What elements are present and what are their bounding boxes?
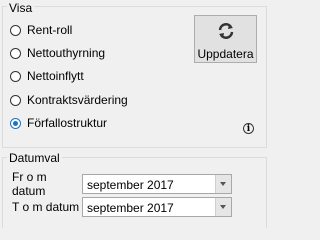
to-date-value: september 2017 [87, 201, 174, 215]
radio-button[interactable] [10, 24, 21, 36]
chevron-down-icon[interactable] [215, 198, 231, 216]
from-date-label: Fr o m datum [12, 170, 47, 198]
radio-kontraktsvardering[interactable]: Kontraktsvärdering [10, 91, 128, 109]
radio-label-forfallostruktur: Förfallostruktur [27, 116, 108, 130]
chevron-down-icon[interactable] [215, 175, 231, 193]
radio-forfallostruktur[interactable]: Förfallostruktur [10, 114, 107, 132]
radio-label-rent-roll: Rent-roll [27, 23, 73, 37]
from-date-row: Fr o m datum september 2017 [12, 170, 232, 198]
radio-label-kontraktsvardering: Kontraktsvärdering [27, 93, 128, 107]
update-button[interactable]: Uppdatera [194, 15, 257, 63]
info-icon[interactable]: i [243, 123, 254, 134]
to-date-row: T o m datum september 2017 [12, 197, 232, 217]
radio-button[interactable] [10, 70, 21, 82]
radio-button-selected[interactable] [10, 117, 21, 129]
radio-nettoinflytt[interactable]: Nettoinflytt [10, 67, 84, 85]
to-date-label: T o m datum [12, 200, 80, 214]
radio-button[interactable] [10, 94, 21, 106]
radio-rent-roll[interactable]: Rent-roll [10, 21, 72, 39]
to-date-select[interactable]: september 2017 [82, 197, 232, 217]
radio-button[interactable] [10, 47, 21, 59]
visa-group-title: Visa [7, 1, 35, 15]
radio-label-nettoinflytt: Nettoinflytt [27, 69, 84, 83]
refresh-icon [216, 21, 236, 44]
datumval-group-title: Datumval [7, 151, 62, 165]
from-date-value: september 2017 [87, 178, 174, 192]
radio-label-nettouthyrning: Nettouthyrning [27, 46, 106, 60]
update-button-label: Uppdatera [197, 47, 254, 61]
from-date-select[interactable]: september 2017 [82, 174, 232, 194]
radio-nettouthyrning[interactable]: Nettouthyrning [10, 44, 105, 62]
